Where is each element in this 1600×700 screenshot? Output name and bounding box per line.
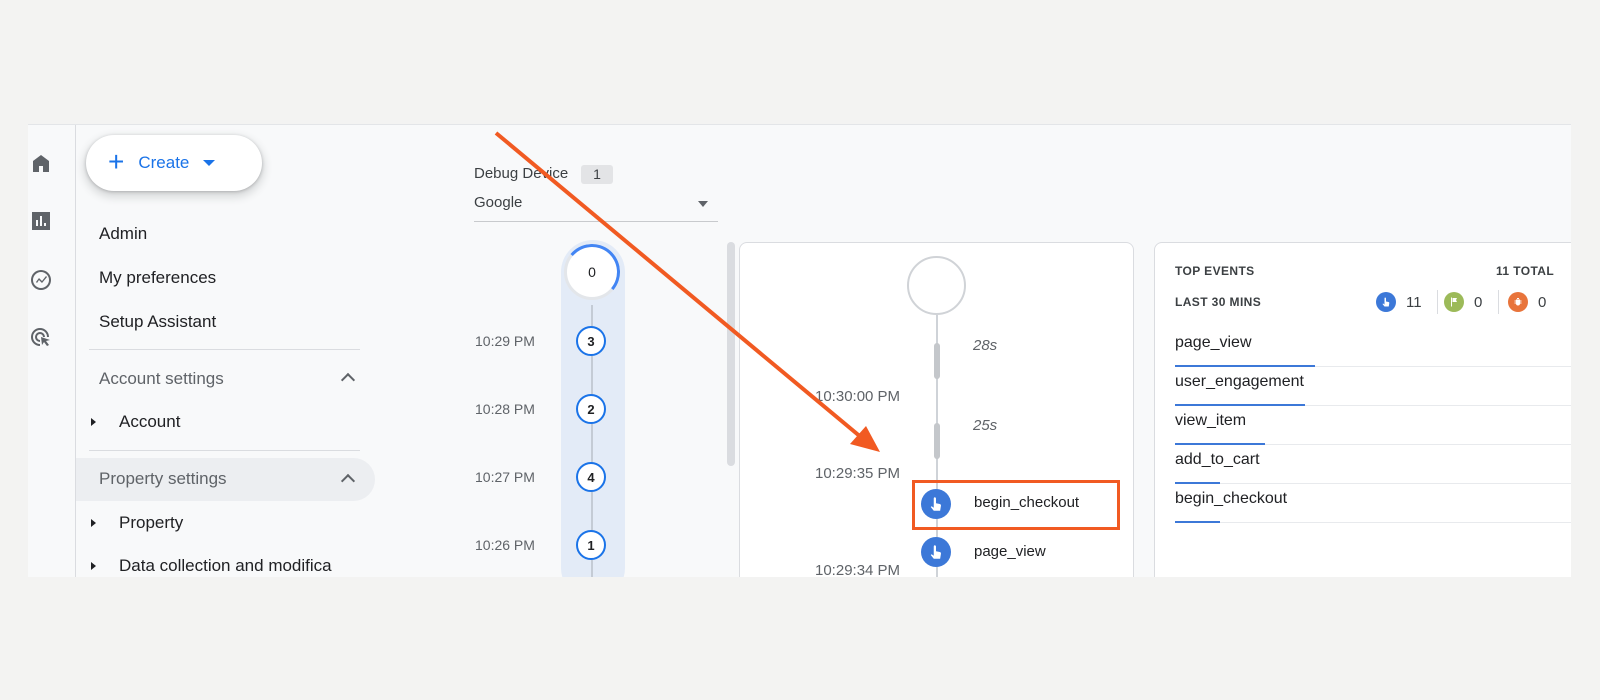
admin-nav: + Create Admin My preferences Setup Assi… <box>76 125 406 577</box>
gap-segment <box>934 423 940 459</box>
top-events-subtitle: LAST 30 MINS <box>1175 295 1262 309</box>
caret-down-icon <box>203 160 216 166</box>
nav-item-account[interactable]: Account <box>119 412 180 432</box>
select-underline <box>474 221 718 222</box>
error-bug-icon <box>1508 292 1528 312</box>
nav-item-data-collection[interactable]: Data collection and modifica <box>119 556 332 576</box>
icon-rail <box>28 125 76 577</box>
section-account-settings[interactable]: Account settings <box>99 369 224 389</box>
reports-icon[interactable] <box>28 208 54 234</box>
minute-time: 10:26 PM <box>475 537 535 553</box>
debug-device-label: Debug Device <box>474 165 569 182</box>
chevron-up-icon[interactable] <box>340 372 356 388</box>
dropdown-caret-icon[interactable] <box>698 201 708 207</box>
event-time: 10:29:34 PM <box>815 562 901 577</box>
debugview-screenshot: + Create Admin My preferences Setup Assi… <box>28 124 1571 577</box>
minute-count[interactable]: 4 <box>576 462 606 492</box>
create-label: Create <box>138 153 190 172</box>
event-time: 10:30:00 PM <box>815 388 901 405</box>
nav-item-property[interactable]: Property <box>119 513 183 533</box>
top-event-bar <box>1175 521 1220 523</box>
top-events-title: TOP EVENTS <box>1175 264 1255 278</box>
gap-duration: 28s <box>973 337 998 354</box>
divider <box>1437 290 1438 314</box>
nav-item-setup-assistant[interactable]: Setup Assistant <box>99 312 216 332</box>
gap-segment <box>934 343 940 379</box>
minute-time: 10:27 PM <box>475 469 535 485</box>
conversion-flag-icon <box>1444 292 1464 312</box>
top-event-name: user_engagement <box>1175 373 1304 390</box>
minute-time: 10:29 PM <box>475 333 535 349</box>
explore-icon[interactable] <box>28 267 54 293</box>
nav-item-admin[interactable]: Admin <box>99 224 147 244</box>
minute-count[interactable]: 1 <box>576 530 606 560</box>
section-property-settings[interactable]: Property settings <box>99 469 227 489</box>
debug-device-count: 1 <box>581 165 613 184</box>
minute-count[interactable]: 3 <box>576 326 606 356</box>
scrollbar[interactable] <box>727 242 735 466</box>
divider <box>89 349 360 350</box>
top-event-row[interactable]: page_view <box>1175 328 1571 367</box>
top-event-row[interactable]: begin_checkout <box>1175 484 1571 523</box>
expand-arrow-icon <box>91 418 96 426</box>
event-time: 10:29:35 PM <box>815 465 901 482</box>
top-event-name: begin_checkout <box>1175 490 1288 507</box>
home-icon[interactable] <box>28 150 54 176</box>
plus-icon: + <box>108 145 125 177</box>
error-count: 0 <box>1538 294 1547 311</box>
expand-arrow-icon <box>91 562 96 570</box>
event-count: 11 <box>1406 294 1422 311</box>
divider <box>1498 290 1499 314</box>
top-event-row[interactable]: add_to_cart <box>1175 445 1571 484</box>
minute-time: 10:28 PM <box>475 401 535 417</box>
highlight-box <box>912 480 1120 530</box>
top-events-total: 11 TOTAL <box>1496 264 1555 278</box>
conversion-count: 0 <box>1474 294 1483 311</box>
top-event-name: view_item <box>1175 412 1247 429</box>
create-button[interactable]: + Create <box>86 135 262 191</box>
minute-count[interactable]: 2 <box>576 394 606 424</box>
debug-device-select[interactable]: Google <box>474 194 522 211</box>
top-event-row[interactable]: user_engagement <box>1175 367 1571 406</box>
nav-item-my-preferences[interactable]: My preferences <box>99 268 216 288</box>
gap-duration: 25s <box>973 417 998 434</box>
divider <box>89 450 360 451</box>
top-event-name: add_to_cart <box>1175 451 1260 468</box>
advertising-icon[interactable] <box>28 325 54 351</box>
event-icon <box>1376 292 1396 312</box>
touch-event-icon[interactable] <box>921 537 951 567</box>
event-name[interactable]: page_view <box>974 543 1046 560</box>
top-event-row[interactable]: view_item <box>1175 406 1571 445</box>
expand-arrow-icon <box>91 519 96 527</box>
top-event-name: page_view <box>1175 334 1252 351</box>
seconds-top-circle <box>907 256 966 315</box>
